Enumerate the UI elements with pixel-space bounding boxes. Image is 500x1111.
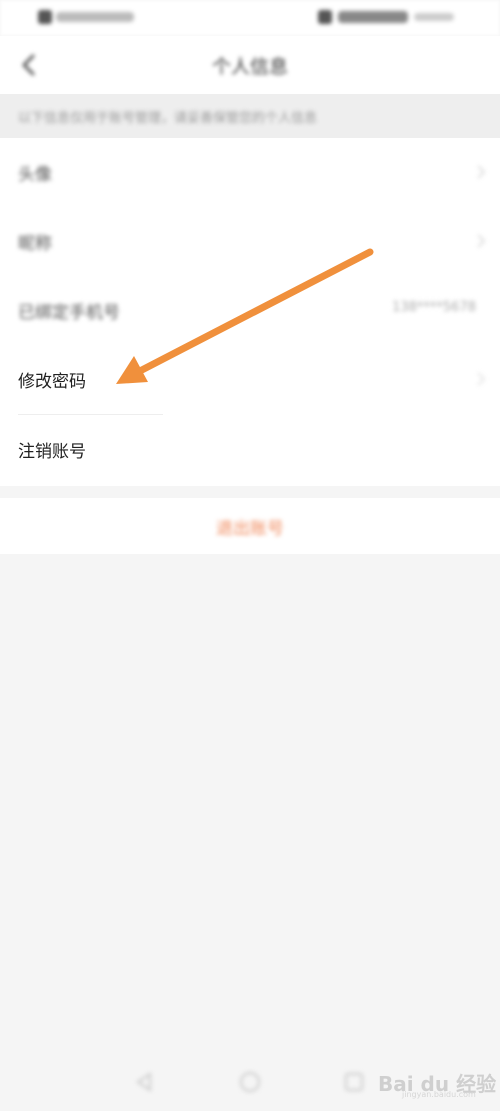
signal-icon: [38, 10, 52, 24]
logout-button[interactable]: 退出账号: [0, 498, 500, 554]
chevron-right-icon: [477, 165, 486, 179]
list-item-nickname[interactable]: 昵称: [0, 207, 500, 276]
chevron-right-icon: [477, 234, 486, 248]
settings-list: 头像 昵称 已绑定手机号 138****5678 修改密码 注销账号: [0, 138, 500, 486]
nav-recent-icon[interactable]: [342, 1070, 366, 1094]
phone-value: 138****5678: [392, 300, 476, 315]
list-item-change-password[interactable]: 修改密码: [0, 345, 500, 414]
nav-bar: 个人信息: [0, 36, 500, 94]
status-carrier: [56, 12, 134, 22]
page-title: 个人信息: [211, 56, 288, 78]
list-item-label: 注销账号: [18, 442, 86, 462]
list-item-label: 修改密码: [18, 372, 86, 392]
notice-text: 以下信息仅用于账号管理，请妥善保管您的个人信息: [18, 110, 318, 126]
battery-icon: [318, 10, 332, 24]
nav-home-icon[interactable]: [238, 1070, 262, 1094]
notice-banner: 以下信息仅用于账号管理，请妥善保管您的个人信息: [0, 94, 500, 138]
status-time: [414, 13, 454, 21]
status-left: [38, 7, 138, 27]
list-item-label: 头像: [18, 165, 52, 185]
status-indicator: [338, 11, 408, 23]
chevron-right-icon: [477, 372, 486, 386]
watermark-sub: jingyan.baidu.com: [402, 1090, 476, 1099]
list-item-delete-account[interactable]: 注销账号: [0, 415, 500, 484]
watermark: Bai du 经验 jingyan.baidu.com: [378, 1056, 498, 1102]
logout-label: 退出账号: [216, 519, 284, 539]
status-bar: [0, 0, 500, 36]
nav-back-icon[interactable]: [132, 1070, 156, 1094]
list-item-avatar[interactable]: 头像: [0, 138, 500, 207]
status-right: [318, 7, 458, 27]
list-item-label: 昵称: [18, 234, 52, 254]
list-item-phone[interactable]: 已绑定手机号 138****5678: [0, 276, 500, 345]
list-item-label: 已绑定手机号: [18, 303, 120, 323]
